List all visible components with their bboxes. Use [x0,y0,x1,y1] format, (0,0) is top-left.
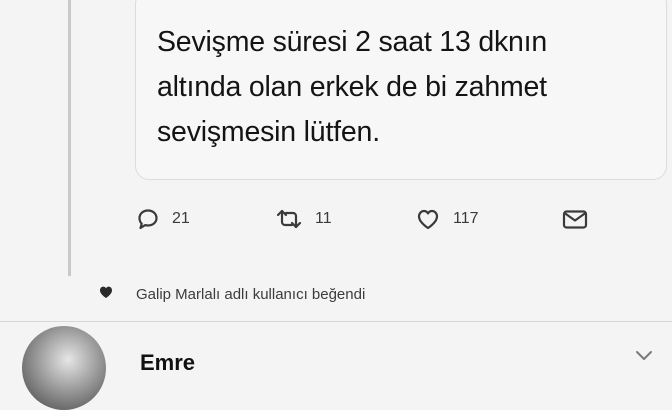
message-button[interactable] [561,199,589,239]
tweet-text: Sevişme süresi 2 saat 13 dknın altında o… [157,20,647,155]
like-count: 117 [453,210,479,227]
retweet-icon [275,207,303,231]
tweet-text-line: Sevişme süresi 2 saat 13 dknın [157,26,548,58]
heart-icon [415,207,441,231]
liked-by-notice[interactable]: Galip Marlalı adlı kullanıcı beğendi [98,282,365,306]
avatar[interactable] [22,326,106,410]
retweet-button[interactable]: 11 [275,199,332,239]
like-button[interactable]: 117 [415,199,479,239]
liked-by-text: Galip Marlalı adlı kullanıcı beğendi [136,285,366,303]
author-name[interactable]: Emre [140,350,195,376]
tweet-divider [0,321,672,322]
reply-icon [136,207,160,231]
tweet-text-line: altında olan erkek de bi zahmet [157,71,547,103]
chevron-down-icon[interactable] [635,348,653,367]
mail-icon [561,207,589,231]
tweet-actions: 21 11 117 [0,199,672,239]
retweet-count: 11 [315,210,332,227]
heart-filled-icon [98,284,114,305]
tweet-text-line: sevişmesin lütfen. [157,116,380,148]
reply-button[interactable]: 21 [136,199,190,239]
reply-count: 21 [172,210,190,227]
